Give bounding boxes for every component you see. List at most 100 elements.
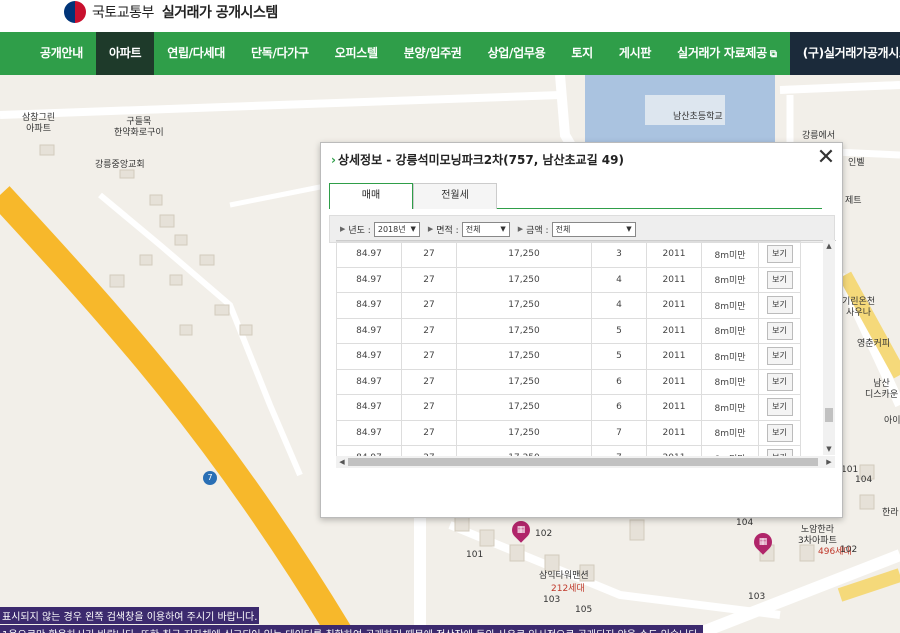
view-button[interactable]: 보기 xyxy=(766,296,793,315)
horizontal-scroll-thumb[interactable] xyxy=(348,458,818,466)
popup-title-text: 상세정보 - 강릉석미모닝파크2차(757, 남산초교길 49) xyxy=(337,153,624,167)
map-label-yeongchun[interactable]: 영춘커피 xyxy=(857,339,890,350)
built-year-cell: 2011 xyxy=(646,292,702,319)
filter-area-label: 면적 : xyxy=(436,225,459,236)
built-year-cell: 2011 xyxy=(646,368,702,395)
map-label-church[interactable]: 강릉중앙교회 xyxy=(95,160,145,171)
scroll-up-icon[interactable]: ▲ xyxy=(823,240,835,252)
table-row: 84.97 27 17,250 6 2011 8m미만 보기 xyxy=(336,394,801,421)
site-logo[interactable]: 국토교통부 실거래가 공개시스템 xyxy=(64,0,278,24)
map-label-girin[interactable]: 기린온천 사우나 xyxy=(842,297,875,319)
nav-apartment[interactable]: 아파트 xyxy=(95,32,155,75)
price-select[interactable]: 전체 ▼ xyxy=(551,221,636,237)
year-select[interactable]: 2018년 ▼ xyxy=(373,221,420,237)
floor-cell: 4 xyxy=(591,266,647,293)
view-cell: 보기 xyxy=(758,419,801,446)
nav-board[interactable]: 게시판 xyxy=(606,32,664,75)
area-select[interactable]: 전체 ▼ xyxy=(461,221,510,237)
view-cell: 보기 xyxy=(758,241,801,268)
built-year-cell: 2011 xyxy=(646,343,702,370)
price-cell: 17,250 xyxy=(456,317,592,344)
map-label-inbel[interactable]: 인벨 xyxy=(848,158,865,169)
day-cell: 27 xyxy=(401,317,457,344)
day-cell: 27 xyxy=(401,266,457,293)
highway-route-7 xyxy=(0,186,352,633)
year-select-value: 2018년 xyxy=(377,224,406,234)
scroll-thumb[interactable] xyxy=(825,408,833,422)
map-notice-2: 1용으로만 활용하시기 바랍니다. 또한 최근 지자체에 신고되어 있는 데이터… xyxy=(0,625,703,633)
close-icon[interactable]: ✕ xyxy=(816,147,836,169)
tab-sale[interactable]: 매매 xyxy=(329,183,413,209)
nav-row-house[interactable]: 연립/다세대 xyxy=(154,32,238,75)
nav-public-info[interactable]: 공개안내 xyxy=(0,32,96,75)
nav-presale[interactable]: 분양/입주권 xyxy=(391,32,475,75)
filter-year-label: 년도 : xyxy=(348,225,371,236)
floor-cell: 4 xyxy=(591,292,647,319)
map-label-jeteu[interactable]: 제트 xyxy=(845,196,862,207)
transaction-table-container[interactable]: 84.97 27 17,250 3 2011 8m미만 보기 84.97 27 17,250 4 20… xyxy=(336,240,836,468)
map-label-building-103: 103 xyxy=(543,595,561,605)
view-button[interactable]: 보기 xyxy=(766,398,793,417)
apartment-marker-samik[interactable]: ▦ xyxy=(508,517,534,543)
view-button[interactable]: 보기 xyxy=(766,270,793,289)
route-7-badge: 7 xyxy=(203,471,217,485)
area-cell: 84.97 xyxy=(336,241,402,268)
tab-rent[interactable]: 전월세 xyxy=(413,183,497,209)
map-label-gangneung-ese[interactable]: 강릉에서 xyxy=(802,131,835,142)
price-cell: 17,250 xyxy=(456,368,592,395)
road-width-cell: 8m미만 xyxy=(701,241,759,268)
nav-commercial[interactable]: 상업/업무용 xyxy=(475,32,559,75)
external-window-icon: ⧉ xyxy=(769,49,777,60)
scroll-left-icon[interactable]: ◀ xyxy=(336,456,348,468)
nav-land[interactable]: 토지 xyxy=(558,32,605,75)
floor-cell: 6 xyxy=(591,394,647,421)
map-label-namsan-school[interactable]: 남산초등학교 xyxy=(673,112,723,123)
map-label-samik-units: 212세대 xyxy=(551,584,585,594)
view-button[interactable]: 보기 xyxy=(766,245,793,264)
price-cell: 17,250 xyxy=(456,241,592,268)
filter-area: ▶ 면적 : 전체 ▼ xyxy=(428,221,510,237)
price-cell: 17,250 xyxy=(456,419,592,446)
area-cell: 84.97 xyxy=(336,343,402,370)
day-cell: 27 xyxy=(401,419,457,446)
area-cell: 84.97 xyxy=(336,419,402,446)
area-select-value: 전체 xyxy=(465,224,481,234)
road xyxy=(779,81,900,94)
road-width-cell: 8m미만 xyxy=(701,368,759,395)
apartment-marker-norim[interactable]: ▦ xyxy=(750,529,776,555)
floor-cell: 5 xyxy=(591,317,647,344)
nav-detached-house[interactable]: 단독/다가구 xyxy=(238,32,322,75)
table-row: 84.972717,250720118m미만 보기 xyxy=(336,419,801,446)
map-label-samchang[interactable]: 삼창그린 아파트 xyxy=(22,113,55,135)
dropdown-arrow-icon: ▼ xyxy=(626,225,632,233)
day-cell: 27 xyxy=(401,343,457,370)
map-label-gudeulmok[interactable]: 구들목 한약화로구이 xyxy=(114,117,164,139)
nav-old-system[interactable]: (구)실거래가공개시스 xyxy=(789,32,900,75)
map-label-namsan-disco[interactable]: 남산 디스카운 xyxy=(865,379,898,401)
map-label-hanra[interactable]: 한라 xyxy=(882,508,899,519)
view-button[interactable]: 보기 xyxy=(766,372,793,391)
filter-price-label: 금액 : xyxy=(526,225,549,236)
nav-officetel[interactable]: 오피스텔 xyxy=(322,32,391,75)
day-cell: 27 xyxy=(401,292,457,319)
vertical-scrollbar[interactable]: ▲ ▼ xyxy=(823,240,835,455)
map-label-aiy[interactable]: 아이 xyxy=(884,416,900,427)
horizontal-scrollbar[interactable]: ◀ ▶ xyxy=(336,456,835,468)
scroll-down-icon[interactable]: ▼ xyxy=(823,443,835,455)
nav-data-provision[interactable]: 실거래가 자료제공 ⧉ xyxy=(664,32,790,75)
view-button[interactable]: 보기 xyxy=(766,423,793,442)
transaction-table: 84.97 27 17,250 3 2011 8m미만 보기 84.97 27 17,250 4 20… xyxy=(336,241,801,468)
road-width-cell: 8m미만 xyxy=(701,343,759,370)
scroll-right-icon[interactable]: ▶ xyxy=(823,456,835,468)
map-label-samik[interactable]: 삼익타워맨션 xyxy=(539,571,589,582)
map-label-norim-hanra[interactable]: 노암한라 3차아파트 xyxy=(798,525,837,547)
area-cell: 84.97 xyxy=(336,292,402,319)
detail-popup: › 상세정보 - 강릉석미모닝파크2차(757, 남산초교길 49) ✕ 매매 전… xyxy=(320,142,843,518)
view-button[interactable]: 보기 xyxy=(766,347,793,366)
day-cell: 27 xyxy=(401,394,457,421)
built-year-cell: 2011 xyxy=(646,394,702,421)
built-year-cell: 2011 xyxy=(646,317,702,344)
view-cell: 보기 xyxy=(758,368,801,395)
system-name: 실거래가 공개시스템 xyxy=(161,5,278,21)
view-button[interactable]: 보기 xyxy=(766,321,793,340)
